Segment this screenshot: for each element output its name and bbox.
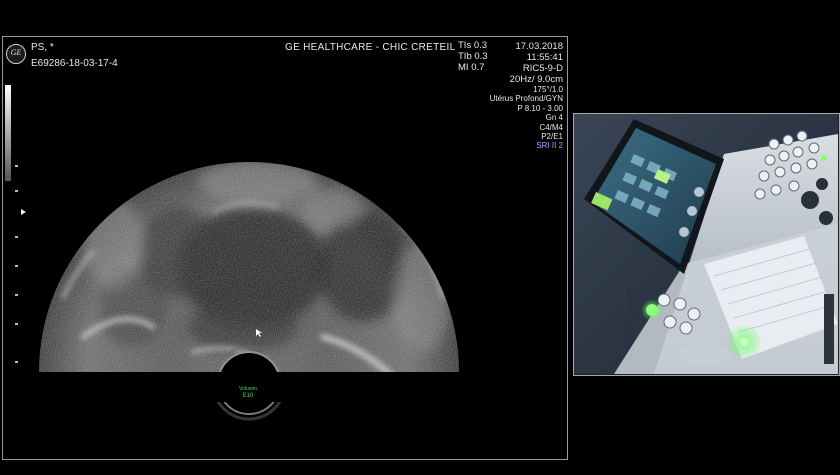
power-setting: P 8.10 - 3.00 [517, 103, 563, 113]
exam-preset: Utérus Profond/GYN [489, 94, 563, 104]
console-camera-view [573, 113, 840, 376]
probe-indicator-label: Voluson [239, 386, 257, 392]
ge-logo-icon: GE [6, 44, 26, 64]
depth-tick [15, 361, 18, 363]
exam-id: E69286-18-03-17-4 [31, 58, 118, 69]
depth-tick [15, 236, 18, 238]
gray-scale-bar [5, 85, 11, 181]
tis-index: TIs 0.3 [458, 40, 488, 51]
persistence-setting: P2/E1 [541, 132, 563, 142]
gain-setting: Gn 4 [545, 113, 563, 123]
depth-tick [15, 294, 18, 296]
probe-name: RIC5-9-D [522, 63, 563, 74]
probe-indicator-model: E10 [242, 393, 254, 399]
tib-index: TIb 0.3 [458, 51, 488, 62]
ultrasound-image-panel: GE PS, * E69286-18-03-17-4 GE HEALTHCARE… [2, 36, 568, 460]
focus-marker-icon [21, 209, 26, 215]
mi-index: MI 0.7 [458, 62, 485, 73]
institution-name: GE HEALTHCARE - CHIC CRETEIL [285, 42, 456, 53]
frame-rate-depth: 20Hz/ 9.0cm [509, 74, 563, 85]
exam-date: 17.03.2018 [515, 41, 563, 52]
depth-tick [15, 265, 18, 267]
depth-tick [15, 190, 18, 192]
patient-name: PS, * [31, 42, 54, 53]
sri-setting: SRI II 2 [536, 141, 563, 151]
depth-tick [15, 323, 18, 325]
acquisition-parameters: 17.03.2018 11:55:41 RIC5-9-D 20Hz/ 9.0cm… [490, 41, 563, 151]
map-setting: C4/M4 [539, 122, 563, 132]
sector-angle: 175°/1.0 [533, 85, 563, 94]
exam-time: 11:55:41 [526, 52, 563, 63]
console-photo [574, 114, 838, 374]
depth-tick [15, 165, 18, 167]
